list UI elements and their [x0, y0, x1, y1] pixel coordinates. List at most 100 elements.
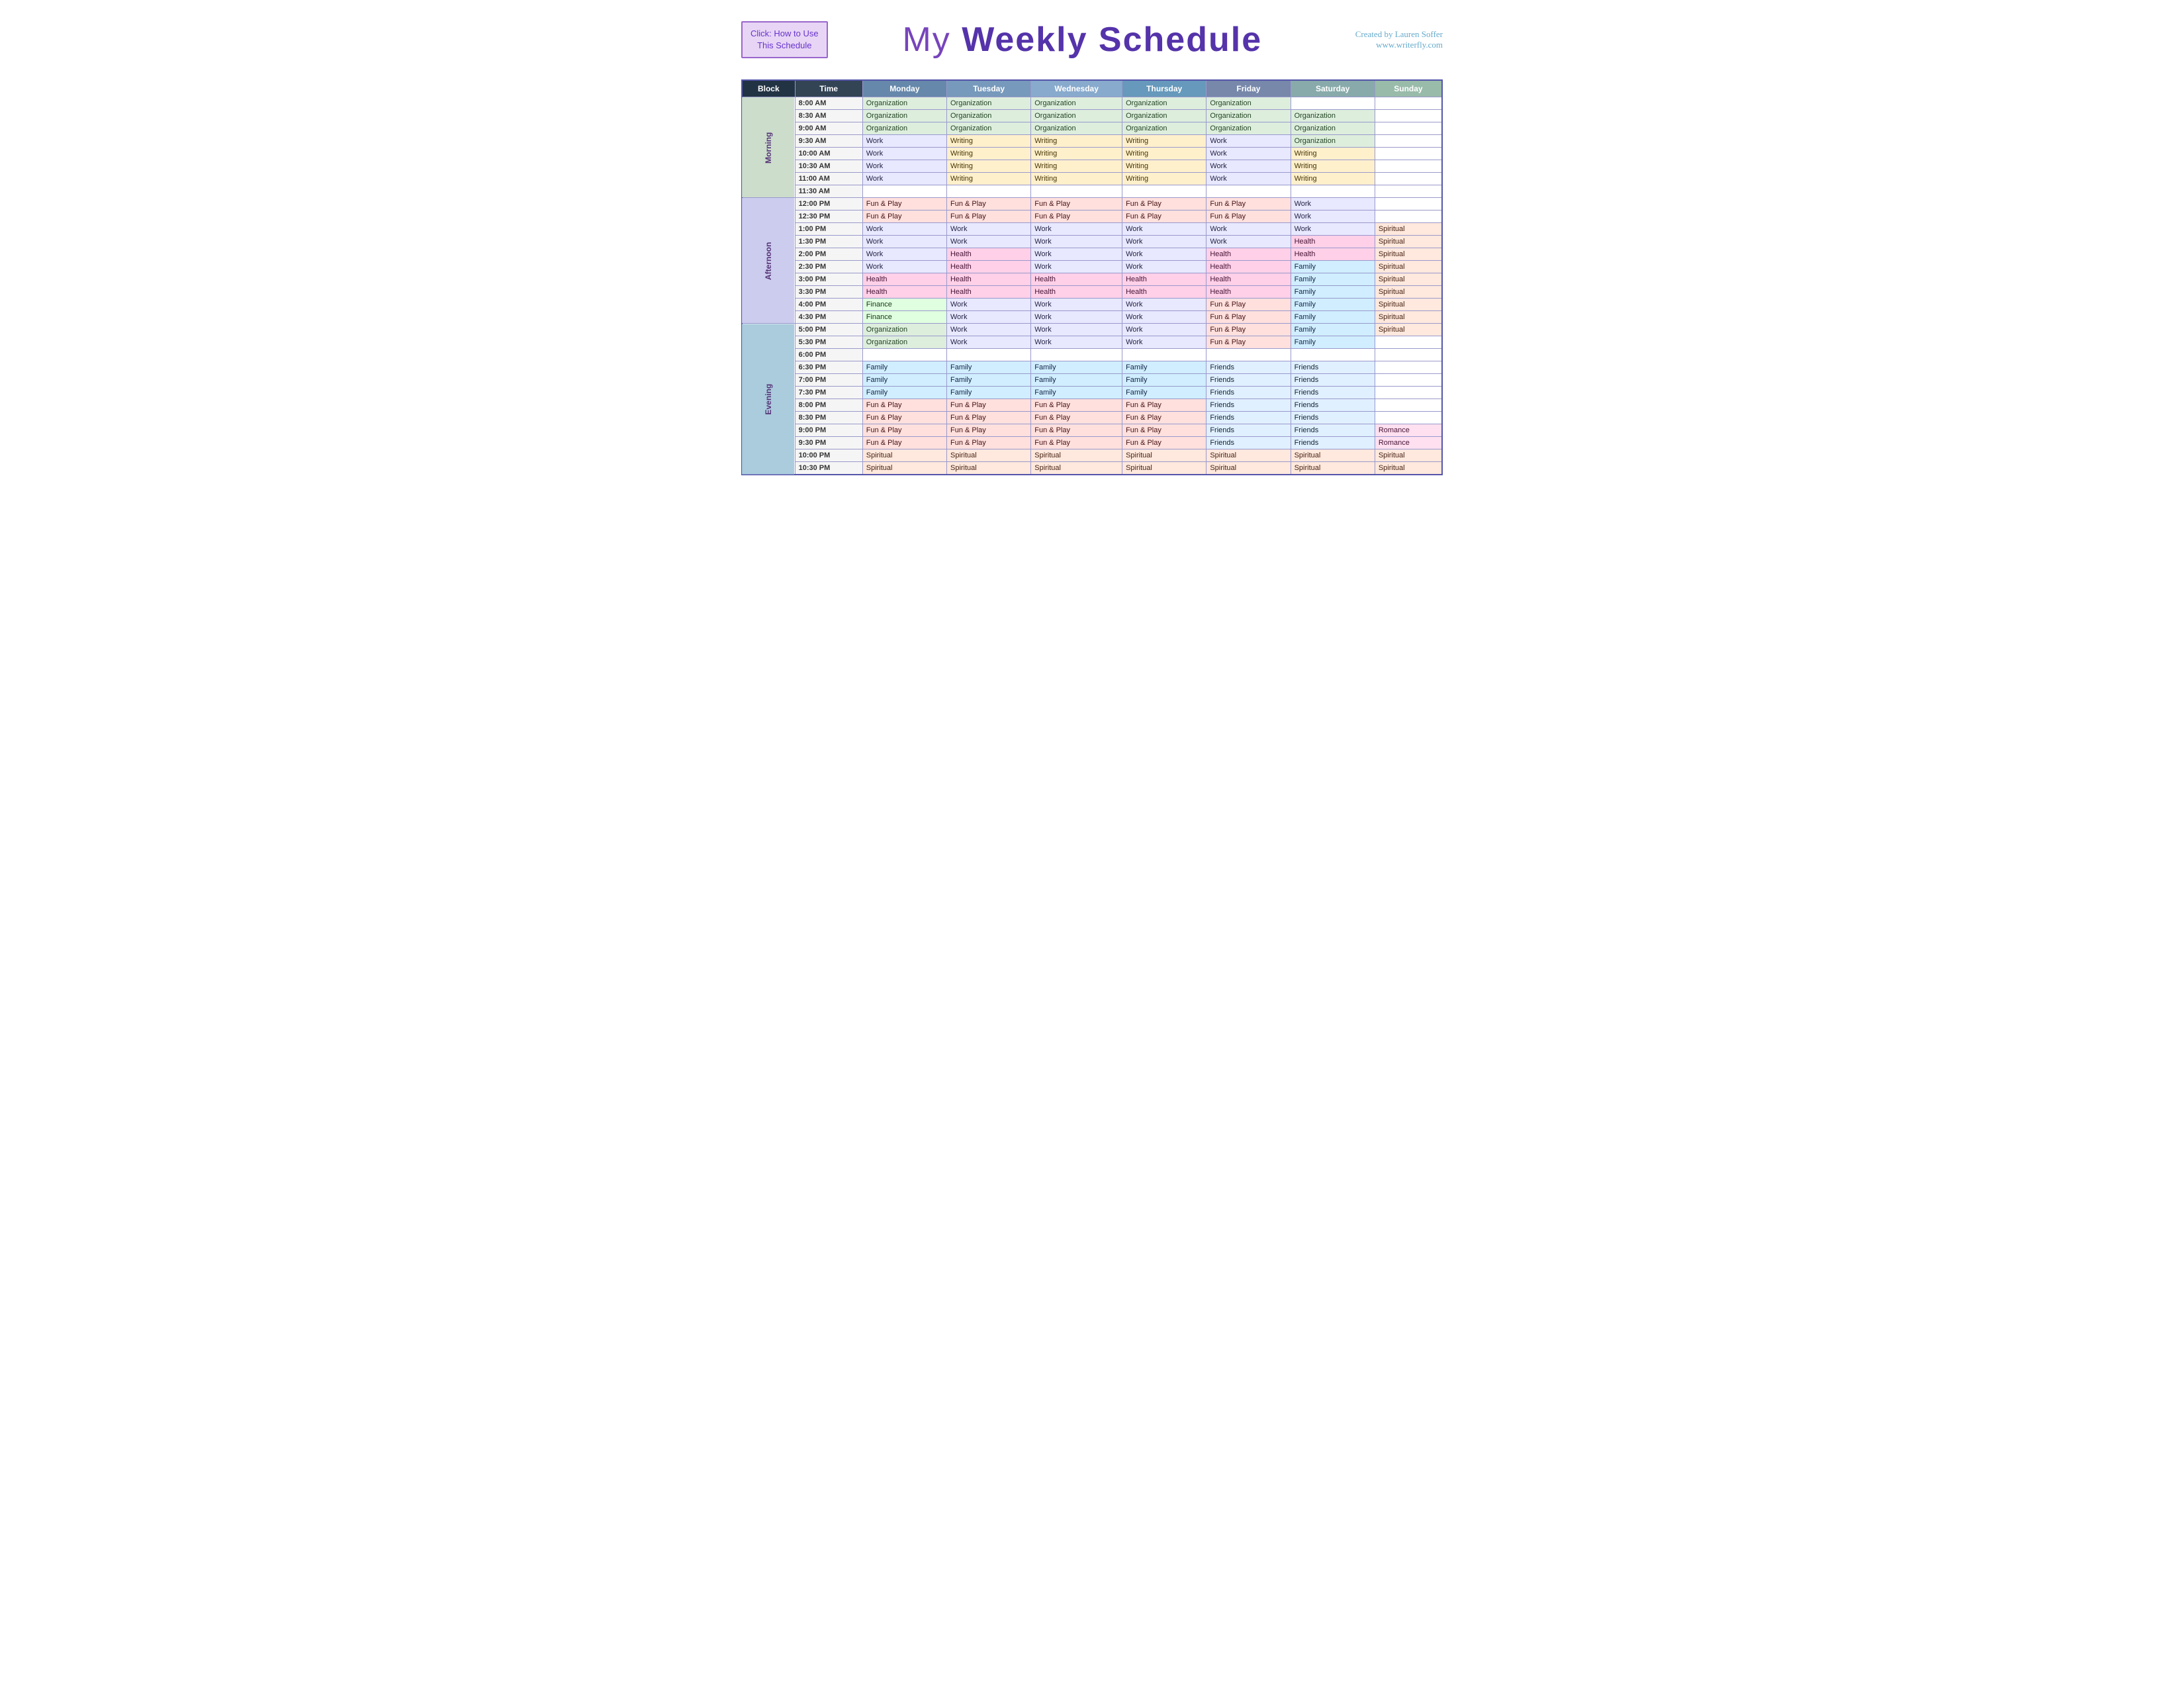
activity-cell	[1206, 349, 1291, 361]
table-row: 12:30 PMFun & PlayFun & PlayFun & PlayFu…	[742, 211, 1442, 223]
time-cell: 10:00 AM	[795, 148, 862, 160]
activity-cell	[1375, 148, 1442, 160]
activity-cell: Writing	[1122, 148, 1206, 160]
activity-cell: Health	[862, 273, 946, 286]
schedule-table: Block Time Monday Tuesday Wednesday Thur…	[741, 79, 1443, 475]
activity-cell: Work	[1122, 336, 1206, 349]
activity-cell: Work	[862, 135, 946, 148]
activity-cell: Fun & Play	[862, 412, 946, 424]
activity-cell: Health	[946, 273, 1030, 286]
activity-cell: Finance	[862, 311, 946, 324]
activity-cell: Fun & Play	[862, 399, 946, 412]
activity-cell: Health	[1291, 236, 1375, 248]
activity-cell: Health	[946, 286, 1030, 299]
col-time: Time	[795, 80, 862, 97]
activity-cell: Friends	[1206, 412, 1291, 424]
activity-cell: Writing	[1122, 160, 1206, 173]
activity-cell: Health	[1206, 261, 1291, 273]
activity-cell	[946, 349, 1030, 361]
activity-cell: Work	[1206, 135, 1291, 148]
activity-cell: Writing	[946, 135, 1030, 148]
time-cell: 12:00 PM	[795, 198, 862, 211]
activity-cell: Organization	[946, 122, 1030, 135]
activity-cell: Health	[946, 261, 1030, 273]
activity-cell: Spiritual	[1375, 311, 1442, 324]
credit-line1: Created by Lauren Soffer	[1337, 29, 1443, 40]
activity-cell: Work	[1031, 248, 1122, 261]
activity-cell: Work	[946, 223, 1030, 236]
activity-cell: Work	[1291, 211, 1375, 223]
activity-cell: Spiritual	[1375, 462, 1442, 475]
col-monday: Monday	[862, 80, 946, 97]
activity-cell: Writing	[1031, 160, 1122, 173]
activity-cell: Fun & Play	[1206, 311, 1291, 324]
activity-cell: Organization	[1031, 97, 1122, 110]
table-row: 9:30 AMWorkWritingWritingWritingWorkOrga…	[742, 135, 1442, 148]
time-cell: 8:00 AM	[795, 97, 862, 110]
activity-cell: Writing	[946, 160, 1030, 173]
activity-cell: Health	[1206, 248, 1291, 261]
activity-cell	[1031, 349, 1122, 361]
activity-cell: Organization	[862, 324, 946, 336]
table-row: Afternoon12:00 PMFun & PlayFun & PlayFun…	[742, 198, 1442, 211]
table-row: 7:00 PMFamilyFamilyFamilyFamilyFriendsFr…	[742, 374, 1442, 387]
activity-cell	[862, 349, 946, 361]
activity-cell: Work	[862, 160, 946, 173]
activity-cell: Organization	[1206, 110, 1291, 122]
activity-cell: Work	[1031, 311, 1122, 324]
activity-cell: Spiritual	[1031, 449, 1122, 462]
activity-cell: Fun & Play	[1031, 412, 1122, 424]
table-row: Evening5:00 PMOrganizationWorkWorkWorkFu…	[742, 324, 1442, 336]
activity-cell: Work	[946, 336, 1030, 349]
table-row: 8:00 PMFun & PlayFun & PlayFun & PlayFun…	[742, 399, 1442, 412]
activity-cell: Fun & Play	[862, 437, 946, 449]
activity-cell: Work	[1031, 261, 1122, 273]
table-row: 8:30 AMOrganizationOrganizationOrganizat…	[742, 110, 1442, 122]
activity-cell: Family	[1291, 336, 1375, 349]
activity-cell: Fun & Play	[1206, 299, 1291, 311]
table-row: 3:30 PMHealthHealthHealthHealthHealthFam…	[742, 286, 1442, 299]
activity-cell: Family	[862, 374, 946, 387]
how-to-use-button[interactable]: Click: How to Use This Schedule	[741, 21, 828, 58]
activity-cell: Organization	[862, 97, 946, 110]
activity-cell: Writing	[1122, 173, 1206, 185]
activity-cell: Spiritual	[862, 462, 946, 475]
activity-cell: Fun & Play	[1031, 399, 1122, 412]
activity-cell: Work	[1122, 236, 1206, 248]
activity-cell: Writing	[1031, 148, 1122, 160]
activity-cell: Spiritual	[1291, 449, 1375, 462]
activity-cell: Health	[1291, 248, 1375, 261]
activity-cell: Organization	[1291, 122, 1375, 135]
activity-cell: Spiritual	[1206, 462, 1291, 475]
time-cell: 4:30 PM	[795, 311, 862, 324]
time-cell: 11:30 AM	[795, 185, 862, 198]
activity-cell: Organization	[1122, 110, 1206, 122]
activity-cell: Fun & Play	[1031, 198, 1122, 211]
time-cell: 9:30 AM	[795, 135, 862, 148]
table-row: 9:00 PMFun & PlayFun & PlayFun & PlayFun…	[742, 424, 1442, 437]
activity-cell: Writing	[1291, 173, 1375, 185]
activity-cell: Organization	[946, 110, 1030, 122]
table-row: 10:30 PMSpiritualSpiritualSpiritualSpiri…	[742, 462, 1442, 475]
activity-cell: Family	[1122, 374, 1206, 387]
activity-cell: Fun & Play	[946, 412, 1030, 424]
activity-cell: Organization	[1291, 135, 1375, 148]
activity-cell	[1375, 185, 1442, 198]
activity-cell: Family	[946, 387, 1030, 399]
time-cell: 6:00 PM	[795, 349, 862, 361]
time-cell: 2:30 PM	[795, 261, 862, 273]
activity-cell: Work	[862, 148, 946, 160]
activity-cell: Family	[1291, 261, 1375, 273]
activity-cell: Friends	[1291, 399, 1375, 412]
activity-cell	[1375, 110, 1442, 122]
activity-cell: Spiritual	[1291, 462, 1375, 475]
activity-cell	[1375, 173, 1442, 185]
activity-cell	[1206, 185, 1291, 198]
activity-cell: Work	[1206, 173, 1291, 185]
activity-cell: Writing	[946, 173, 1030, 185]
activity-cell: Work	[1206, 160, 1291, 173]
activity-cell: Spiritual	[1375, 286, 1442, 299]
activity-cell: Organization	[1031, 122, 1122, 135]
table-row: 3:00 PMHealthHealthHealthHealthHealthFam…	[742, 273, 1442, 286]
block-label-evening: Evening	[742, 324, 795, 475]
